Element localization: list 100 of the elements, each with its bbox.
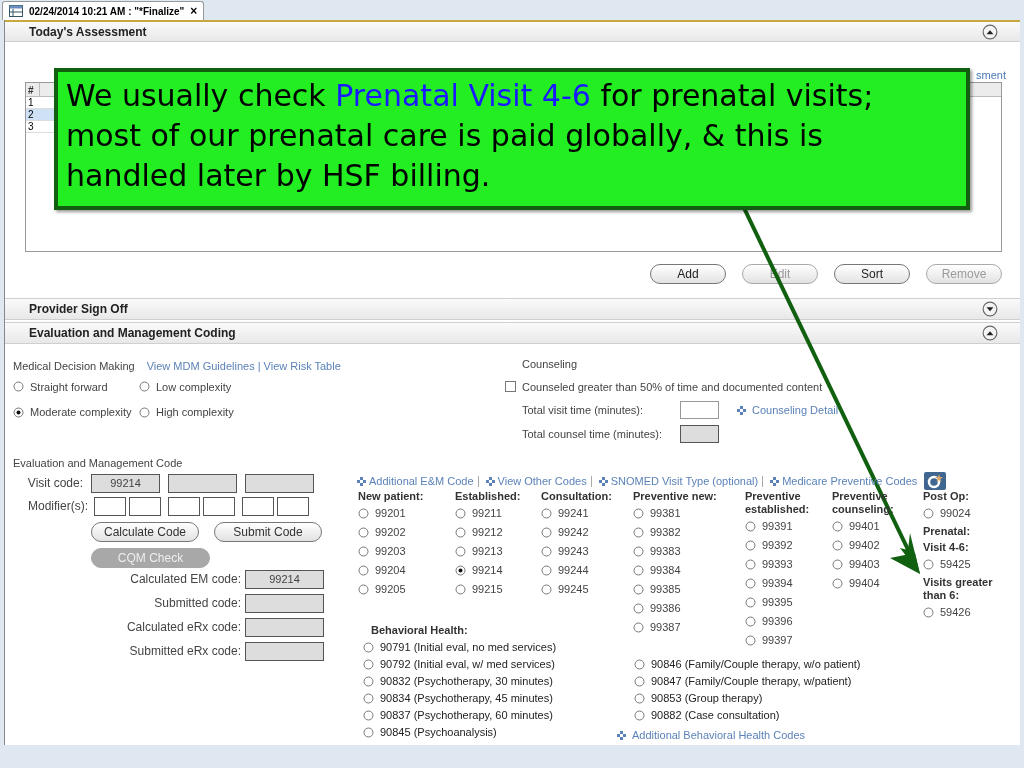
radio-button[interactable] (745, 596, 756, 608)
table-row[interactable]: 2 (26, 109, 54, 121)
action-button[interactable]: Add (650, 264, 726, 284)
diamond-icon (770, 476, 780, 486)
action-button[interactable]: Sort (834, 264, 910, 284)
radio-button[interactable] (541, 583, 552, 595)
callout-text: We usually check Prenatal Visit 4-6 for prenatal visits; most of our prenatal care is paid globally, & this is handled later by HSF billing. (66, 77, 875, 195)
radio-button[interactable] (455, 526, 466, 538)
code-label: 99204 (375, 562, 406, 578)
expand-icon[interactable] (982, 301, 998, 317)
radio-button[interactable] (745, 539, 756, 551)
table-row[interactable]: 3 (26, 121, 54, 133)
radio-button[interactable] (358, 564, 369, 576)
code-label: 99402 (849, 537, 880, 553)
modifier-field (242, 496, 274, 516)
radio-button[interactable] (455, 583, 466, 595)
radio-button[interactable] (634, 710, 645, 721)
code-label: 99241 (558, 505, 589, 521)
section-header[interactable]: Evaluation and Management Coding (5, 322, 1020, 344)
link[interactable]: View MDM Guidelines (146, 358, 255, 375)
radio-button[interactable] (633, 602, 644, 614)
radio-button[interactable] (358, 526, 369, 538)
radio-button[interactable] (634, 659, 645, 670)
column-heading: Preventive established: (745, 490, 811, 516)
collapse-icon[interactable] (982, 325, 998, 341)
code-label: 99243 (558, 543, 589, 559)
assessment-link[interactable]: sment (976, 67, 1006, 84)
radio-button[interactable] (633, 526, 644, 538)
radio-button[interactable] (358, 507, 369, 519)
radio-button[interactable] (455, 564, 466, 576)
field-label: Submitted code: (154, 595, 241, 612)
radio-button[interactable] (745, 615, 756, 627)
radio-button[interactable] (13, 381, 24, 393)
link[interactable]: View Risk Table (263, 358, 341, 375)
radio-button[interactable] (455, 545, 466, 557)
option-label: 90837 (Psychotherapy, 60 minutes) (380, 708, 553, 724)
table-row[interactable]: 1 (26, 97, 54, 109)
radio-button[interactable] (923, 507, 934, 519)
radio-button[interactable] (541, 526, 552, 538)
code-label: 99244 (558, 562, 589, 578)
radio-button[interactable] (745, 577, 756, 589)
action-button[interactable]: Submit Code (214, 521, 322, 542)
radio-button[interactable] (363, 642, 374, 653)
radio-button[interactable] (13, 406, 24, 418)
radio-button[interactable] (923, 606, 934, 618)
radio-button[interactable] (634, 676, 645, 687)
radio-button[interactable] (139, 381, 150, 393)
radio-button[interactable] (832, 539, 843, 551)
radio-button[interactable] (633, 583, 644, 595)
radio-button[interactable] (541, 507, 552, 519)
radio-button[interactable] (633, 507, 644, 519)
time-field[interactable] (680, 401, 719, 419)
radio-button[interactable] (541, 545, 552, 557)
close-button[interactable]: × (190, 2, 198, 20)
checkbox[interactable] (505, 381, 516, 393)
link-separator: | (257, 359, 261, 374)
radio-button[interactable] (745, 634, 756, 646)
modifier-field (129, 496, 161, 516)
code-field: 99214 (245, 569, 324, 589)
link[interactable]: SNOMED Visit Type (optional) (610, 472, 759, 490)
code-label: 99403 (849, 556, 880, 572)
action-button[interactable]: Calculate Code (91, 521, 199, 542)
radio-button[interactable] (358, 545, 369, 557)
radio-button[interactable] (363, 693, 374, 704)
radio-button[interactable] (633, 621, 644, 633)
radio-button[interactable] (633, 564, 644, 576)
code-field (245, 473, 314, 493)
radio-button[interactable] (363, 710, 374, 721)
section-title: Evaluation and Management Coding (29, 325, 236, 342)
radio-button[interactable] (923, 558, 934, 570)
radio-button[interactable] (634, 693, 645, 704)
radio-button[interactable] (541, 564, 552, 576)
link[interactable]: Additional E&M Code (369, 472, 474, 490)
code-label: 99201 (375, 505, 406, 521)
link[interactable]: Counseling Detail (752, 401, 839, 419)
row-number: 1 (27, 97, 35, 108)
section-header[interactable]: Provider Sign Off (5, 298, 1020, 320)
radio-button[interactable] (832, 520, 843, 532)
link[interactable]: View Other Codes (497, 472, 587, 490)
collapse-icon[interactable] (982, 23, 998, 40)
radio-button[interactable] (745, 558, 756, 570)
radio-button[interactable] (455, 507, 466, 519)
section-header[interactable]: Today's Assessment (5, 20, 1020, 42)
radio-button[interactable] (363, 659, 374, 670)
document-tab[interactable]: 02/24/2014 10:21 AM : "*Finalize" × (2, 1, 205, 20)
radio-button[interactable] (363, 727, 374, 738)
radio-button[interactable] (358, 583, 369, 595)
radio-button[interactable] (745, 520, 756, 532)
radio-button[interactable] (139, 406, 150, 418)
column-heading: Consultation: (541, 490, 613, 503)
radio-button[interactable] (832, 577, 843, 589)
radio-button[interactable] (363, 676, 374, 687)
field-label: Calculated EM code: (130, 571, 241, 588)
link[interactable]: Additional Behavioral Health Codes (632, 727, 806, 744)
radio-button[interactable] (832, 558, 843, 570)
code-label: 99384 (650, 562, 681, 578)
option-label: Low complexity (156, 379, 232, 395)
code-label: 99395 (762, 594, 793, 610)
field-label: Visit code: (26, 475, 83, 492)
radio-button[interactable] (633, 545, 644, 557)
